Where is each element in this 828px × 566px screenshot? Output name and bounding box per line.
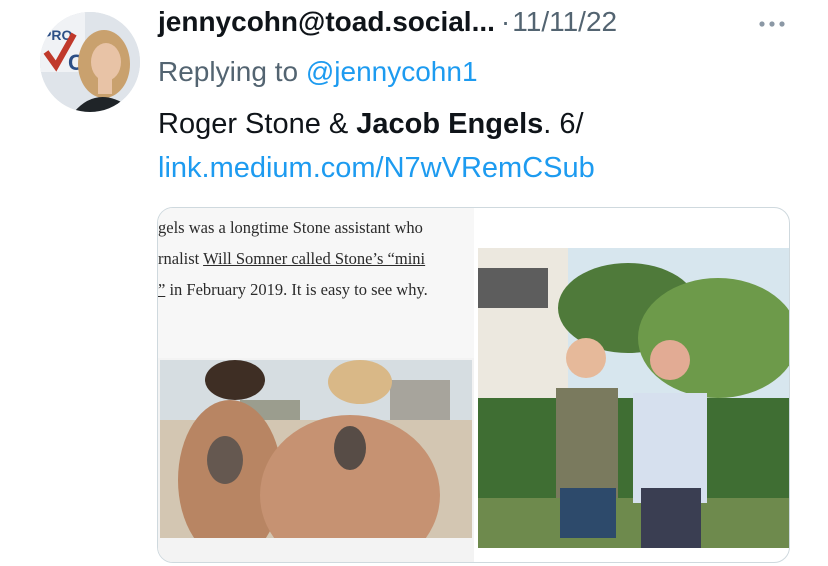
article-line-2-prefix: rnalist	[158, 249, 204, 268]
article-line-2: rnalist Will Somner called Stone’s “mini	[158, 249, 425, 269]
tweet-header: jennycohn@toad.social... ·11/11/22	[158, 6, 617, 38]
more-options-button[interactable]	[752, 12, 792, 36]
separator-dot: ·	[500, 6, 511, 37]
article-line-2-link: Will Somner called Stone’s “mini	[203, 249, 426, 268]
article-line-3: ” in February 2019. It is easy to see wh…	[158, 280, 428, 300]
tweet-text-bold: Jacob Engels	[356, 108, 544, 140]
avatar-image: PRO C	[40, 12, 140, 112]
mention-link[interactable]: @jennycohn1	[306, 56, 478, 87]
replying-to: Replying to @jennycohn1	[158, 56, 478, 88]
tweet-text: Roger Stone & Jacob Engels. 6/	[158, 108, 584, 141]
more-horizontal-icon	[759, 21, 785, 27]
article-line-1: gels was a longtime Stone assistant who	[158, 218, 423, 237]
article-screenshot[interactable]: gels was a longtime Stone assistant who …	[158, 208, 474, 562]
tweet-date[interactable]: 11/11/22	[512, 6, 617, 37]
tweet-text-part1: Roger Stone &	[158, 108, 357, 140]
two-men-photo[interactable]	[478, 248, 789, 548]
media-attachment[interactable]: gels was a longtime Stone assistant who …	[157, 207, 790, 563]
tweet-link[interactable]: link.medium.com/N7wVRemCSub	[158, 152, 595, 185]
beach-tattoo-photo	[160, 360, 472, 538]
replying-prefix: Replying to	[158, 56, 299, 87]
tweet-text-part2: . 6/	[543, 108, 584, 140]
article-excerpt: gels was a longtime Stone assistant who …	[158, 208, 474, 358]
article-line-3-rest: in February 2019. It is easy to see why.	[165, 280, 428, 299]
author-handle[interactable]: jennycohn@toad.social...	[158, 6, 495, 37]
avatar[interactable]: PRO C	[40, 12, 140, 112]
